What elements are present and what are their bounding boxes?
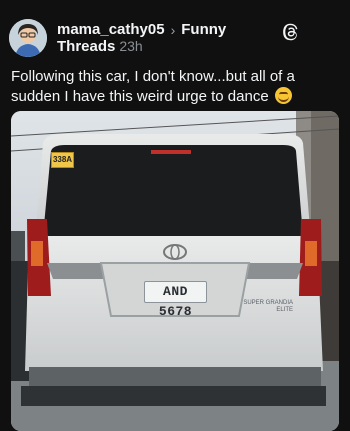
author-topic-line: mama_cathy05 › Funny: [57, 21, 226, 38]
model-badge: SUPER GRANDIA ELITE: [237, 300, 293, 314]
topic-and-time: Threads 23h: [57, 38, 143, 55]
threads-logo-icon[interactable]: [282, 23, 300, 41]
chevron-right-icon: ›: [170, 21, 176, 38]
post-time: 23h: [119, 38, 143, 54]
model-badge-line1: SUPER GRANDIA: [243, 300, 293, 306]
avatar[interactable]: [9, 19, 47, 57]
topic-link-continued[interactable]: Threads: [57, 38, 115, 55]
model-badge-line2: ELITE: [276, 307, 293, 313]
author-username[interactable]: mama_cathy05: [57, 21, 165, 38]
post-header: mama_cathy05 › Funny Threads 23h: [0, 0, 350, 66]
post-caption: Following this car, I don't know...but a…: [11, 67, 343, 107]
windshield-sticker: 338A: [51, 152, 74, 168]
rofl-emoji-icon: [274, 87, 292, 104]
post-caption-text: Following this car, I don't know...but a…: [11, 68, 295, 105]
topic-link[interactable]: Funny: [181, 21, 226, 38]
license-plate: AND 5678: [144, 281, 207, 319]
avatar-image: [9, 19, 47, 57]
post-image[interactable]: 338A AND 5678 SUPER GRANDIA ELITE: [11, 111, 339, 431]
